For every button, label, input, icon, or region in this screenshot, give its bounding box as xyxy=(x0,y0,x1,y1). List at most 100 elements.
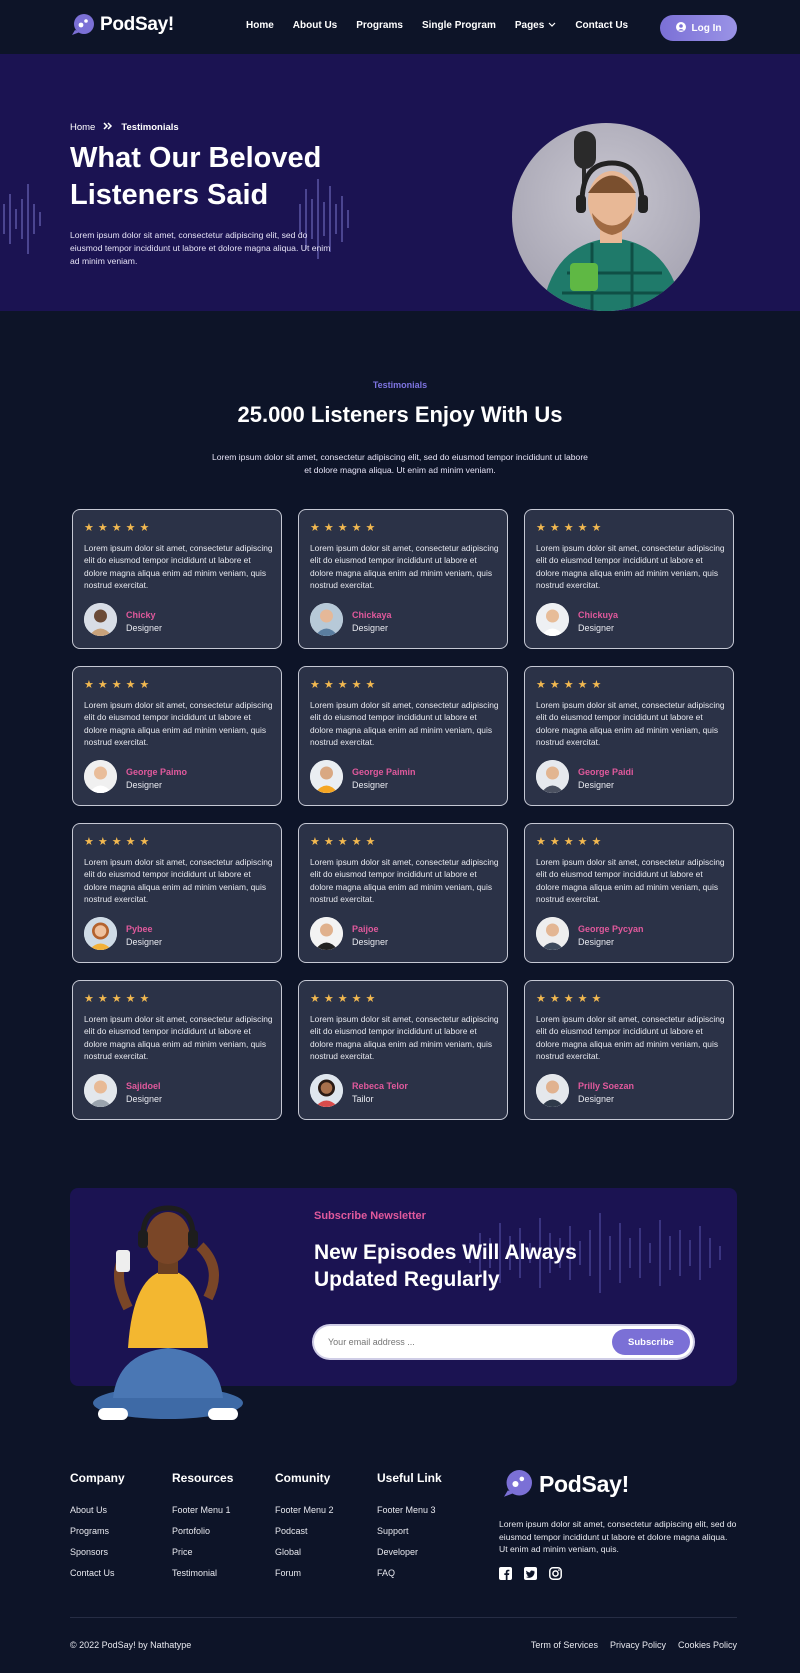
reviewer-role: Designer xyxy=(126,780,163,790)
footer-heading: Company xyxy=(70,1471,125,1485)
avatar xyxy=(84,760,117,793)
twitter-icon[interactable] xyxy=(524,1567,537,1580)
newsletter-title: New Episodes Will Always Updated Regular… xyxy=(314,1241,577,1291)
footer-link[interactable]: Footer Menu 3 xyxy=(377,1505,442,1515)
footer-link[interactable]: Portofolio xyxy=(172,1526,233,1536)
breadcrumb-home[interactable]: Home xyxy=(70,122,95,133)
login-button[interactable]: Log In xyxy=(660,15,737,41)
breadcrumb-current: Testimonials xyxy=(121,122,179,133)
cookies-link[interactable]: Cookies Policy xyxy=(678,1640,737,1650)
user-icon xyxy=(675,21,686,35)
logo[interactable]: PodSay! xyxy=(70,14,174,36)
footer-link[interactable]: Testimonial xyxy=(172,1568,233,1578)
hero-description: Lorem ipsum dolor sit amet, consectetur … xyxy=(70,230,331,266)
reviewer-role: Designer xyxy=(578,937,615,947)
footer-link[interactable]: About Us xyxy=(70,1505,125,1515)
testimonial-text: Lorem ipsum dolor sit amet, consectetur … xyxy=(310,700,499,748)
testimonial-text: Lorem ipsum dolor sit amet, consectetur … xyxy=(310,857,499,905)
nav-pages[interactable]: Pages xyxy=(515,20,556,31)
star-rating: ★★★★★ xyxy=(84,836,154,848)
nav-contact-us[interactable]: Contact Us xyxy=(575,20,628,31)
star-rating: ★★★★★ xyxy=(84,993,154,1005)
section-tag: Testimonials xyxy=(372,380,428,390)
legal-links: Term of Services Privacy Policy Cookies … xyxy=(531,1640,737,1650)
nav-about-us[interactable]: About Us xyxy=(293,20,337,31)
footer-logo[interactable]: PodSay! xyxy=(501,1470,629,1498)
footer-link[interactable]: Footer Menu 2 xyxy=(275,1505,334,1515)
newsletter-tag: Subscribe Newsletter xyxy=(314,1210,426,1222)
star-rating: ★★★★★ xyxy=(84,679,154,691)
instagram-icon[interactable] xyxy=(549,1567,562,1580)
avatar xyxy=(536,760,569,793)
testimonial-text: Lorem ipsum dolor sit amet, consectetur … xyxy=(536,857,725,905)
testimonial-card: ★★★★★ Lorem ipsum dolor sit amet, consec… xyxy=(298,980,508,1120)
testimonial-card: ★★★★★ Lorem ipsum dolor sit amet, consec… xyxy=(298,666,508,806)
footer-link[interactable]: Contact Us xyxy=(70,1568,125,1578)
main-nav: Home About Us Programs Single Program Pa… xyxy=(246,20,647,31)
testimonial-card: ★★★★★ Lorem ipsum dolor sit amet, consec… xyxy=(524,666,734,806)
newsletter-form: Subscribe xyxy=(314,1326,693,1358)
logo-text: PodSay! xyxy=(100,14,174,35)
avatar xyxy=(536,603,569,636)
avatar xyxy=(310,603,343,636)
reviewer-name: Sajidoel xyxy=(126,1081,161,1091)
avatar xyxy=(310,760,343,793)
avatar xyxy=(536,917,569,950)
reviewer-name: George Paidi xyxy=(578,767,634,777)
nav-home[interactable]: Home xyxy=(246,20,274,31)
testimonial-text: Lorem ipsum dolor sit amet, consectetur … xyxy=(84,1014,273,1062)
logo-text: PodSay! xyxy=(539,1470,629,1497)
reviewer-name: Rebeca Telor xyxy=(352,1081,408,1091)
copyright: © 2022 PodSay! by Nathatype xyxy=(70,1640,192,1650)
reviewer-name: Chickuya xyxy=(578,610,619,620)
avatar xyxy=(310,1074,343,1107)
avatar xyxy=(310,917,343,950)
footer-link[interactable]: Forum xyxy=(275,1568,334,1578)
footer-link[interactable]: Developer xyxy=(377,1547,442,1557)
footer-link[interactable]: Sponsors xyxy=(70,1547,125,1557)
footer-column-useful-link: Useful Link Footer Menu 3 Support Develo… xyxy=(377,1471,442,1589)
reviewer-name: Prilly Soezan xyxy=(578,1081,635,1091)
avatar xyxy=(84,1074,117,1107)
footer-link[interactable]: FAQ xyxy=(377,1568,442,1578)
footer-link[interactable]: Support xyxy=(377,1526,442,1536)
email-input[interactable] xyxy=(328,1326,588,1358)
testimonial-text: Lorem ipsum dolor sit amet, consectetur … xyxy=(84,700,273,748)
reviewer-name: Chicky xyxy=(126,610,156,620)
footer-heading: Comunity xyxy=(275,1471,331,1485)
hero-section: Home Testimonials What Our Beloved Liste… xyxy=(0,54,800,311)
reviewer-role: Designer xyxy=(352,937,389,947)
testimonial-card: ★★★★★ Lorem ipsum dolor sit amet, consec… xyxy=(524,509,734,649)
footer-link[interactable]: Podcast xyxy=(275,1526,334,1536)
footer-link[interactable]: Programs xyxy=(70,1526,125,1536)
testimonial-text: Lorem ipsum dolor sit amet, consectetur … xyxy=(536,700,725,748)
testimonial-card: ★★★★★ Lorem ipsum dolor sit amet, consec… xyxy=(524,980,734,1120)
star-rating: ★★★★★ xyxy=(536,993,606,1005)
avatar xyxy=(84,917,117,950)
reviewer-name: Paijoe xyxy=(352,924,379,934)
testimonial-card: ★★★★★ Lorem ipsum dolor sit amet, consec… xyxy=(524,823,734,963)
terms-link[interactable]: Term of Services xyxy=(531,1640,598,1650)
star-rating: ★★★★★ xyxy=(536,679,606,691)
nav-single-program[interactable]: Single Program xyxy=(422,20,496,31)
testimonial-card: ★★★★★ Lorem ipsum dolor sit amet, consec… xyxy=(72,823,282,963)
footer-link[interactable]: Price xyxy=(172,1547,233,1557)
reviewer-role: Designer xyxy=(352,780,389,790)
reviewer-role: Designer xyxy=(578,623,615,633)
chevron-down-icon xyxy=(548,20,556,31)
subscribe-button[interactable]: Subscribe xyxy=(612,1329,690,1355)
reviewer-role: Designer xyxy=(126,1094,163,1104)
login-label: Log In xyxy=(691,22,722,34)
breadcrumb: Home Testimonials xyxy=(70,122,179,133)
nav-programs[interactable]: Programs xyxy=(356,20,403,31)
privacy-link[interactable]: Privacy Policy xyxy=(610,1640,666,1650)
footer-link[interactable]: Footer Menu 1 xyxy=(172,1505,233,1515)
testimonial-text: Lorem ipsum dolor sit amet, consectetur … xyxy=(84,857,273,905)
footer-link[interactable]: Global xyxy=(275,1547,334,1557)
reviewer-role: Designer xyxy=(578,780,615,790)
avatar xyxy=(536,1074,569,1107)
social-links xyxy=(499,1567,562,1580)
facebook-icon[interactable] xyxy=(499,1567,512,1580)
newsletter-section: Subscribe Newsletter New Episodes Will A… xyxy=(70,1188,737,1420)
testimonial-text: Lorem ipsum dolor sit amet, consectetur … xyxy=(310,1014,499,1062)
